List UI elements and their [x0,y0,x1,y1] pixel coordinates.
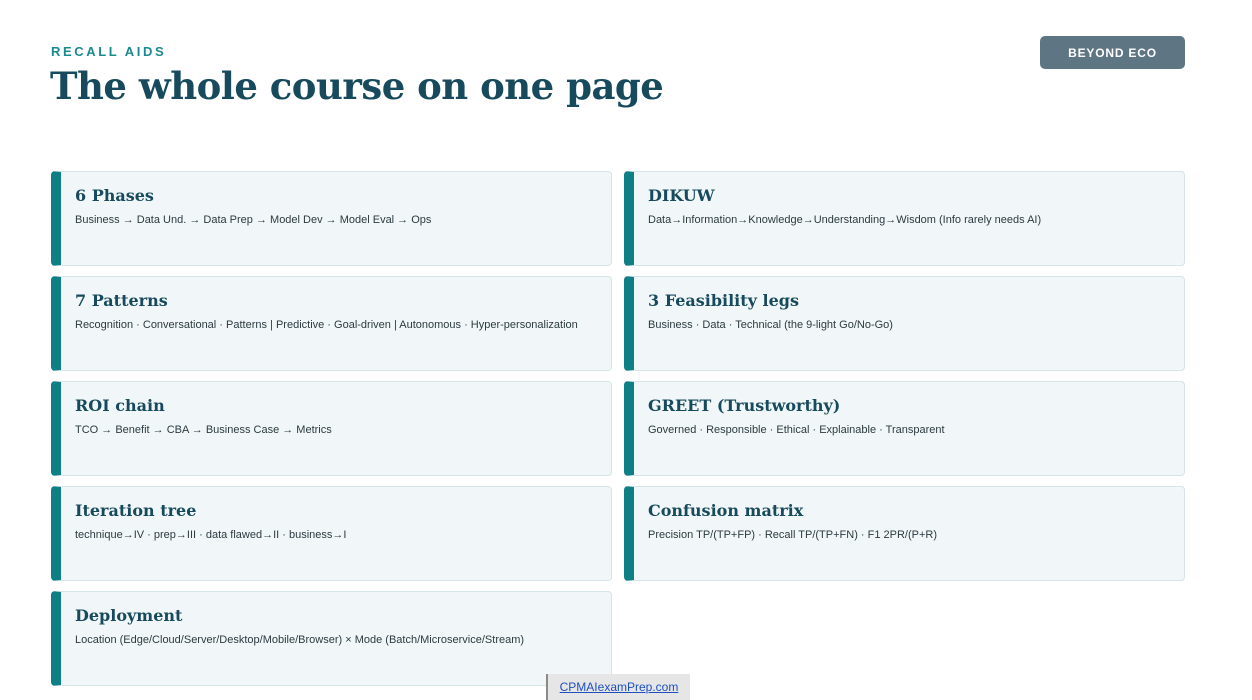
card-deployment: Deployment Location (Edge/Cloud/Server/D… [51,591,612,686]
card-greet: GREET (Trustworthy) Governed · Responsib… [624,381,1185,476]
card-title: 3 Feasibility legs [648,291,799,310]
card-roi-chain: ROI chain TCO → Benefit → CBA → Business… [51,381,612,476]
card-title: Confusion matrix [648,501,804,520]
card-body: Recognition · Conversational · Patterns … [75,319,578,331]
footer-website-link[interactable]: CPMAIexamPrep.com [546,674,690,700]
card-body: TCO → Benefit → CBA → Business Case → Me… [75,424,332,436]
card-confusion-matrix: Confusion matrix Precision TP/(TP+FP) · … [624,486,1185,581]
beyond-eco-badge: BEYOND ECO [1040,36,1185,69]
card-body: Location (Edge/Cloud/Server/Desktop/Mobi… [75,634,525,646]
page: RECALL AIDS The whole course on one page… [0,0,1252,700]
card-title: Iteration tree [75,501,197,520]
card-6-phases: 6 Phases Business → Data Und. → Data Pre… [51,171,612,266]
card-body: Governed · Responsible · Ethical · Expla… [648,424,945,436]
card-7-patterns: 7 Patterns Recognition · Conversational … [51,276,612,371]
card-body: Business · Data · Technical (the 9-light… [648,319,893,331]
card-title: 6 Phases [75,186,154,205]
card-body: technique→IV · prep→III · data flawed→II… [75,529,347,541]
section-eyebrow: RECALL AIDS [51,44,167,59]
card-title: GREET (Trustworthy) [648,396,841,415]
page-title: The whole course on one page [50,64,664,108]
card-dikuw: DIKUW Data→Information→Knowledge→Underst… [624,171,1185,266]
card-title: ROI chain [75,396,165,415]
card-title: Deployment [75,606,183,625]
card-title: 7 Patterns [75,291,168,310]
card-body: Business → Data Und. → Data Prep → Model… [75,214,432,226]
card-body: Data→Information→Knowledge→Understanding… [648,214,1042,226]
card-feasibility-legs: 3 Feasibility legs Business · Data · Tec… [624,276,1185,371]
card-title: DIKUW [648,186,715,205]
card-body: Precision TP/(TP+FP) · Recall TP/(TP+FN)… [648,529,938,541]
card-iteration-tree: Iteration tree technique→IV · prep→III ·… [51,486,612,581]
